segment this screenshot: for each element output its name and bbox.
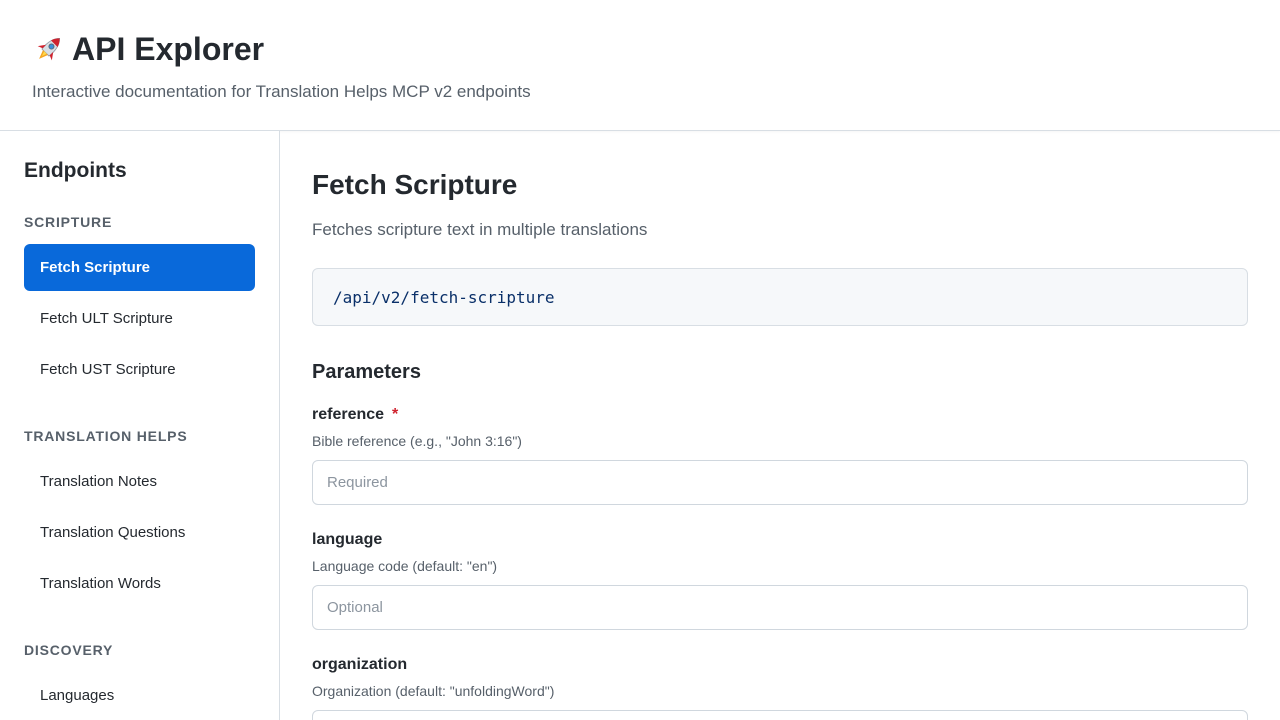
sidebar-title: Endpoints [24, 159, 127, 182]
page-title: Fetch Scripture [312, 169, 518, 200]
nav-item-translation-notes[interactable]: Translation Notes [24, 458, 255, 505]
nav-item-translation-questions[interactable]: Translation Questions [24, 509, 255, 556]
app-title-text: API Explorer [72, 31, 265, 67]
nav-item-languages[interactable]: Languages [24, 672, 255, 719]
parameters-heading: Parameters [312, 361, 421, 383]
required-marker: * [392, 406, 399, 423]
language-input[interactable] [312, 585, 1248, 630]
nav-item-fetch-ust-scripture[interactable]: Fetch UST Scripture [24, 346, 255, 393]
param-label-organization: organization [312, 656, 407, 674]
organization-input[interactable] [312, 710, 1248, 720]
nav-item-translation-words[interactable]: Translation Words [24, 560, 255, 607]
app-title: API Explorer [32, 31, 264, 67]
param-description-language: Language code (default: "en") [312, 558, 498, 574]
section-label-scripture: SCRIPTURE [24, 214, 113, 230]
param-name: organization [312, 656, 408, 673]
param-label-language: language [312, 531, 382, 549]
page-description: Fetches scripture text in multiple trans… [312, 220, 648, 239]
reference-input[interactable] [312, 460, 1248, 505]
nav-item-fetch-scripture[interactable]: Fetch Scripture [24, 244, 255, 291]
sidebar: Endpoints SCRIPTURE Fetch Scripture Fetc… [0, 131, 280, 720]
param-description-reference: Bible reference (e.g., "John 3:16") [312, 433, 522, 449]
nav-item-fetch-ult-scripture[interactable]: Fetch ULT Scripture [24, 295, 255, 342]
rocket-icon [37, 37, 61, 61]
main-content: Fetch Scripture Fetches scripture text i… [281, 131, 1280, 720]
app-subtitle: Interactive documentation for Translatio… [32, 82, 531, 101]
section-label-discovery: DISCOVERY [24, 642, 114, 658]
param-name: reference [312, 406, 385, 423]
page-header: API Explorer Interactive documentation f… [0, 0, 1280, 131]
param-label-reference: reference * [312, 406, 398, 424]
endpoint-path: /api/v2/fetch-scripture [333, 287, 555, 307]
section-label-translation-helps: TRANSLATION HELPS [24, 428, 188, 444]
endpoint-box: /api/v2/fetch-scripture [312, 268, 1248, 326]
param-name: language [312, 531, 383, 548]
param-description-organization: Organization (default: "unfoldingWord") [312, 683, 555, 699]
